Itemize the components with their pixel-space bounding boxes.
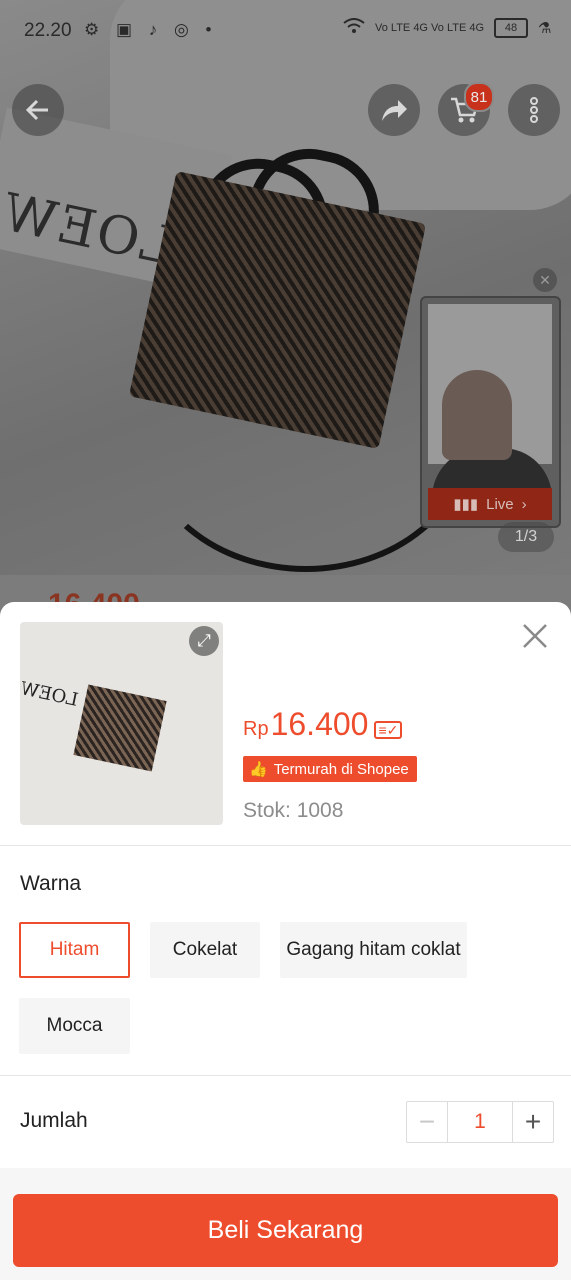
divider: [0, 845, 571, 846]
promo-badge: 👍 Termurah di Shopee: [243, 756, 417, 782]
quantity-value[interactable]: 1: [448, 1102, 513, 1142]
variation-title: Warna: [20, 872, 82, 895]
thumbs-up-icon: 👍: [249, 761, 268, 778]
divider: [0, 1075, 571, 1076]
decrease-button[interactable]: −: [407, 1102, 448, 1142]
quantity-stepper: − 1 +: [406, 1101, 554, 1143]
buy-now-button[interactable]: Beli Sekarang: [13, 1194, 558, 1267]
share-button[interactable]: [368, 84, 420, 136]
image-pager: 1/3: [498, 522, 554, 552]
battery-icon: 48: [494, 18, 529, 38]
stock-label: Stok: 1008: [243, 799, 344, 822]
live-stream-pip[interactable]: ▮▮▮ Live ›: [420, 296, 561, 528]
close-icon: [523, 624, 547, 648]
wifi-icon: [343, 18, 365, 38]
price-value: 16.400: [270, 706, 369, 742]
chevron-right-icon: ›: [521, 495, 527, 513]
status-bar: 22.20 ⚙ ▣ ♪ ◎ • Vo LTE 4G Vo LTE 4G 48 ⚗: [0, 0, 571, 60]
increase-button[interactable]: +: [513, 1102, 553, 1142]
product-price: Rp 16.400 ≡✓: [243, 706, 403, 743]
flask-icon: ⚗: [538, 20, 552, 37]
thumbnail-text: LOEW: [20, 678, 80, 711]
share-icon: [382, 100, 407, 121]
option-gagang-hitam-coklat[interactable]: Gagang hitam coklat: [280, 922, 467, 978]
live-button[interactable]: ▮▮▮ Live ›: [428, 488, 552, 520]
more-vertical-icon: [530, 97, 538, 123]
close-sheet-button[interactable]: [519, 622, 551, 654]
live-close-button[interactable]: ✕: [533, 268, 557, 292]
expand-icon: ⤢: [197, 631, 211, 650]
notification-icons: ⚙ ▣ ♪ ◎ •: [84, 20, 218, 39]
option-hitam[interactable]: Hitam: [19, 922, 130, 978]
price-guarantee-icon: ≡✓: [374, 721, 403, 739]
live-bars-icon: ▮▮▮: [453, 496, 479, 513]
price-currency: Rp: [243, 718, 269, 740]
live-label: Live: [486, 495, 514, 513]
promo-label: Termurah di Shopee: [273, 760, 409, 778]
arrow-left-icon: [25, 99, 48, 121]
more-button[interactable]: [508, 84, 560, 136]
option-mocca[interactable]: Mocca: [19, 998, 130, 1054]
signal-text: Vo LTE 4G Vo LTE 4G: [375, 22, 485, 34]
quantity-title: Jumlah: [20, 1109, 88, 1132]
product-thumbnail[interactable]: LOEW: [20, 622, 223, 825]
expand-image-button[interactable]: ⤢: [189, 626, 219, 656]
option-cokelat[interactable]: Cokelat: [150, 922, 260, 978]
cart-count-badge: 81: [464, 82, 494, 112]
back-button[interactable]: [12, 84, 64, 136]
status-time: 22.20: [24, 20, 72, 41]
